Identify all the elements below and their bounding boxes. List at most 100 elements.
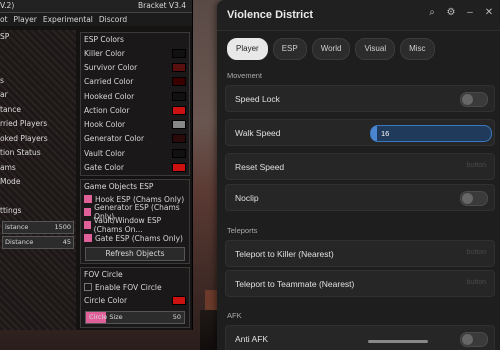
color-row[interactable]: Carried Color (81, 75, 189, 89)
teleport-killer-button[interactable]: Teleport to Killer (Nearest) button (225, 240, 495, 267)
checkbox-box[interactable] (84, 195, 92, 204)
checkbox-label: Gate ESP (Chams Only) (95, 233, 183, 243)
color-row[interactable]: Action Color (81, 103, 189, 117)
color-label: Gate Color (84, 163, 124, 173)
tab-misc[interactable]: Misc (400, 38, 435, 60)
color-label: Generator Color (84, 134, 145, 144)
speed-lock-toggle[interactable] (460, 92, 488, 107)
color-swatch[interactable] (172, 163, 186, 173)
row-label: Anti AFK (235, 334, 269, 344)
tab-player[interactable]: Player (227, 38, 268, 60)
color-row[interactable]: Vault Color (81, 146, 189, 160)
color-swatch[interactable] (172, 134, 186, 144)
option-row[interactable]: Mode (0, 175, 76, 190)
row-label: Teleport to Killer (Nearest) (235, 249, 334, 259)
slider-value: 45 (62, 238, 71, 246)
violence-district-window: Violence District ⌕ ⚙ – ✕ Player ESP Wor… (217, 0, 500, 350)
color-swatch[interactable] (172, 296, 186, 306)
group-title: FOV Circle (84, 269, 123, 279)
game-objects-group: Game Objects ESP Hook ESP (Chams Only) Ge… (80, 178, 190, 264)
option-row[interactable]: ar (0, 88, 76, 103)
menu-name: Bracket V3.4 (137, 1, 186, 10)
toggle-knob (462, 334, 473, 345)
checkbox-label: Vault/Window ESP (Chams On... (93, 216, 162, 235)
tab-world[interactable]: World (311, 38, 351, 60)
max-distance-slider[interactable]: istance 1500 (2, 220, 74, 234)
section-teleports: Teleports (227, 226, 258, 235)
circle-size-slider[interactable]: Circle Size 50 (85, 310, 185, 324)
window-title: Violence District (227, 9, 313, 21)
option-row[interactable] (0, 45, 76, 60)
option-row[interactable]: rried Players (0, 117, 76, 132)
option-row[interactable]: tance (0, 103, 76, 118)
color-swatch[interactable] (172, 148, 186, 158)
reset-speed-button[interactable]: Reset Speed button (225, 153, 495, 180)
color-row[interactable]: Generator Color (81, 132, 189, 146)
color-row[interactable]: Killer Color (81, 46, 189, 60)
row-label: Speed Lock (235, 94, 280, 104)
color-swatch[interactable] (172, 120, 186, 130)
game-object-checkbox[interactable]: Vault/Window ESP (Chams On... (81, 216, 189, 235)
option-row[interactable]: SP (0, 30, 76, 45)
anti-afk-toggle[interactable] (460, 332, 488, 347)
color-row[interactable]: Hook Color (81, 117, 189, 131)
game-object-checkbox[interactable]: Gate ESP (Chams Only) (81, 232, 189, 245)
menu-item-discord[interactable]: Discord (99, 15, 127, 24)
settings-icon[interactable]: ⚙ (446, 8, 456, 18)
search-icon[interactable]: ⌕ (427, 8, 437, 18)
option-row[interactable]: ams (0, 161, 76, 176)
color-swatch[interactable] (172, 91, 186, 101)
color-swatch[interactable] (172, 105, 186, 115)
slider-value: 50 (172, 312, 181, 321)
row-label: Walk Speed (235, 128, 281, 138)
color-row[interactable]: Gate Color (81, 160, 189, 174)
circle-color-row[interactable]: Circle Color (81, 294, 189, 308)
tab-visual[interactable]: Visual (355, 38, 396, 60)
noclip-row[interactable]: Noclip (225, 184, 495, 211)
teleport-teammate-button[interactable]: Teleport to Teammate (Nearest) button (225, 270, 495, 297)
color-swatch[interactable] (172, 62, 186, 72)
distance-slider[interactable]: Distance 45 (2, 235, 74, 249)
button-hint: button (466, 249, 486, 256)
option-row[interactable] (0, 59, 76, 74)
option-row[interactable]: s (0, 74, 76, 89)
color-row[interactable]: Survivor Color (81, 60, 189, 74)
enable-fov-checkbox[interactable]: Enable FOV Circle (81, 281, 189, 294)
color-swatch[interactable] (172, 77, 186, 87)
menu-bar: ot Player Experimental Discord (0, 13, 192, 26)
color-label: Survivor Color (84, 62, 138, 72)
minimize-icon[interactable]: – (465, 8, 475, 18)
group-title: ESP Colors (84, 35, 124, 44)
row-label: Reset Speed (235, 162, 285, 172)
checkbox-box[interactable] (84, 221, 91, 230)
slider-label: Distance (5, 238, 34, 246)
color-label: Killer Color (84, 48, 125, 58)
row-label: Teleport to Teammate (Nearest) (235, 279, 355, 289)
slider-label: istance (5, 223, 29, 231)
anti-afk-row[interactable]: Anti AFK (225, 325, 495, 350)
color-swatch[interactable] (172, 48, 186, 58)
window-header[interactable]: Violence District ⌕ ⚙ – ✕ (217, 0, 500, 31)
close-icon[interactable]: ✕ (484, 8, 494, 18)
checkbox-box[interactable] (84, 208, 92, 217)
option-row[interactable]: tion Status (0, 146, 76, 161)
cheat-menu-titlebar[interactable]: V.2) Bracket V3.4 (0, 0, 192, 13)
speed-lock-row[interactable]: Speed Lock (225, 85, 495, 112)
button-hint: button (466, 279, 486, 286)
menu-item-bot[interactable]: ot (0, 15, 8, 24)
toggle-knob (462, 193, 473, 204)
refresh-objects-button[interactable]: Refresh Objects (85, 246, 185, 261)
toggle-knob (462, 94, 473, 105)
noclip-toggle[interactable] (460, 191, 488, 206)
tab-esp[interactable]: ESP (272, 38, 307, 60)
checkbox-box[interactable] (84, 234, 92, 243)
option-row[interactable]: oked Players (0, 132, 76, 147)
menu-item-player[interactable]: Player (14, 15, 37, 24)
fov-circle-group: FOV Circle Enable FOV Circle Circle Colo… (80, 266, 190, 328)
menu-item-experimental[interactable]: Experimental (43, 15, 93, 24)
slider-label: Circle Size (89, 312, 123, 321)
checkbox-box[interactable] (84, 283, 92, 292)
walk-speed-slider[interactable]: 16 (370, 125, 492, 142)
section-movement: Movement (227, 71, 263, 80)
color-row[interactable]: Hooked Color (81, 89, 189, 103)
